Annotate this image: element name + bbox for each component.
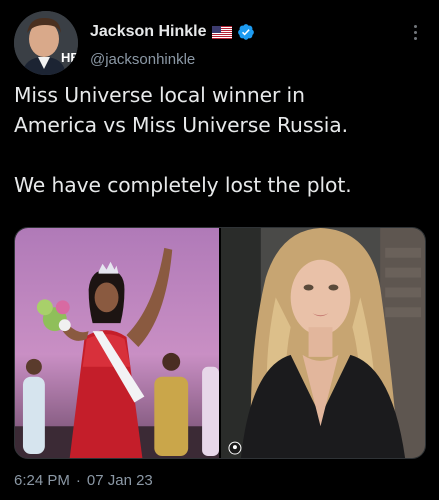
separator-dot: · <box>75 472 81 489</box>
pageant-winner-photo[interactable] <box>15 228 219 458</box>
tweet-text: Miss Universe local winner in America vs… <box>14 80 426 200</box>
tweet-header: HB Jackson Hinkle @jacksonhinkle <box>14 11 425 77</box>
tweet-line: Miss Universe local winner in <box>14 83 305 107</box>
blonde-woman-photo[interactable] <box>221 228 425 458</box>
author-handle[interactable]: @jacksonhinkle <box>90 51 195 68</box>
tweet-timestamp: 6:24 PM · 07 Jan 23 <box>14 472 153 489</box>
author-name-row: Jackson Hinkle <box>90 23 255 41</box>
tweet-media <box>14 227 426 459</box>
author-display-name[interactable]: Jackson Hinkle <box>90 23 207 41</box>
tweet-line: America vs Miss Universe Russia. <box>14 113 348 137</box>
author-avatar[interactable]: HB <box>14 11 78 75</box>
more-options-icon[interactable] <box>405 21 425 43</box>
avatar-logo: HB <box>61 50 78 65</box>
tweet-time[interactable]: 6:24 PM <box>14 472 70 489</box>
verified-badge-icon <box>237 23 255 41</box>
tweet-date[interactable]: 07 Jan 23 <box>87 472 153 489</box>
tweet-line: We have completely lost the plot. <box>14 173 352 197</box>
us-flag-icon <box>211 25 232 39</box>
